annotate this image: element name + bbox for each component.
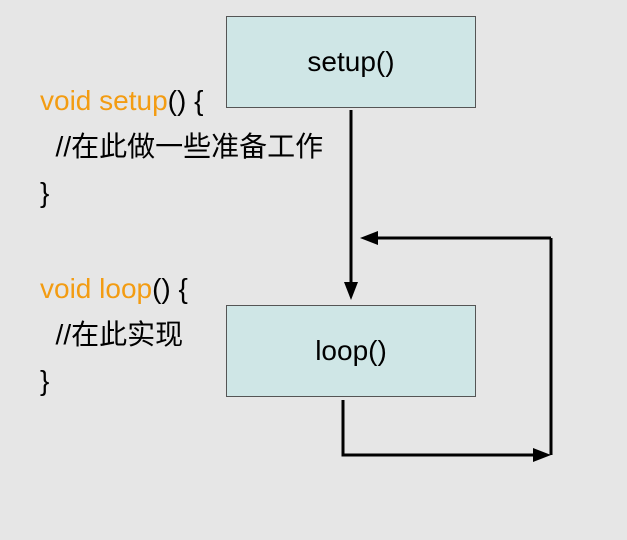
diagram-canvas: void setup() { //在此做一些准备工作 } void loop()… (0, 0, 627, 540)
loop-back-arrow (341, 231, 553, 462)
setup-to-loop-arrow (344, 110, 358, 300)
flow-arrows (341, 110, 553, 462)
